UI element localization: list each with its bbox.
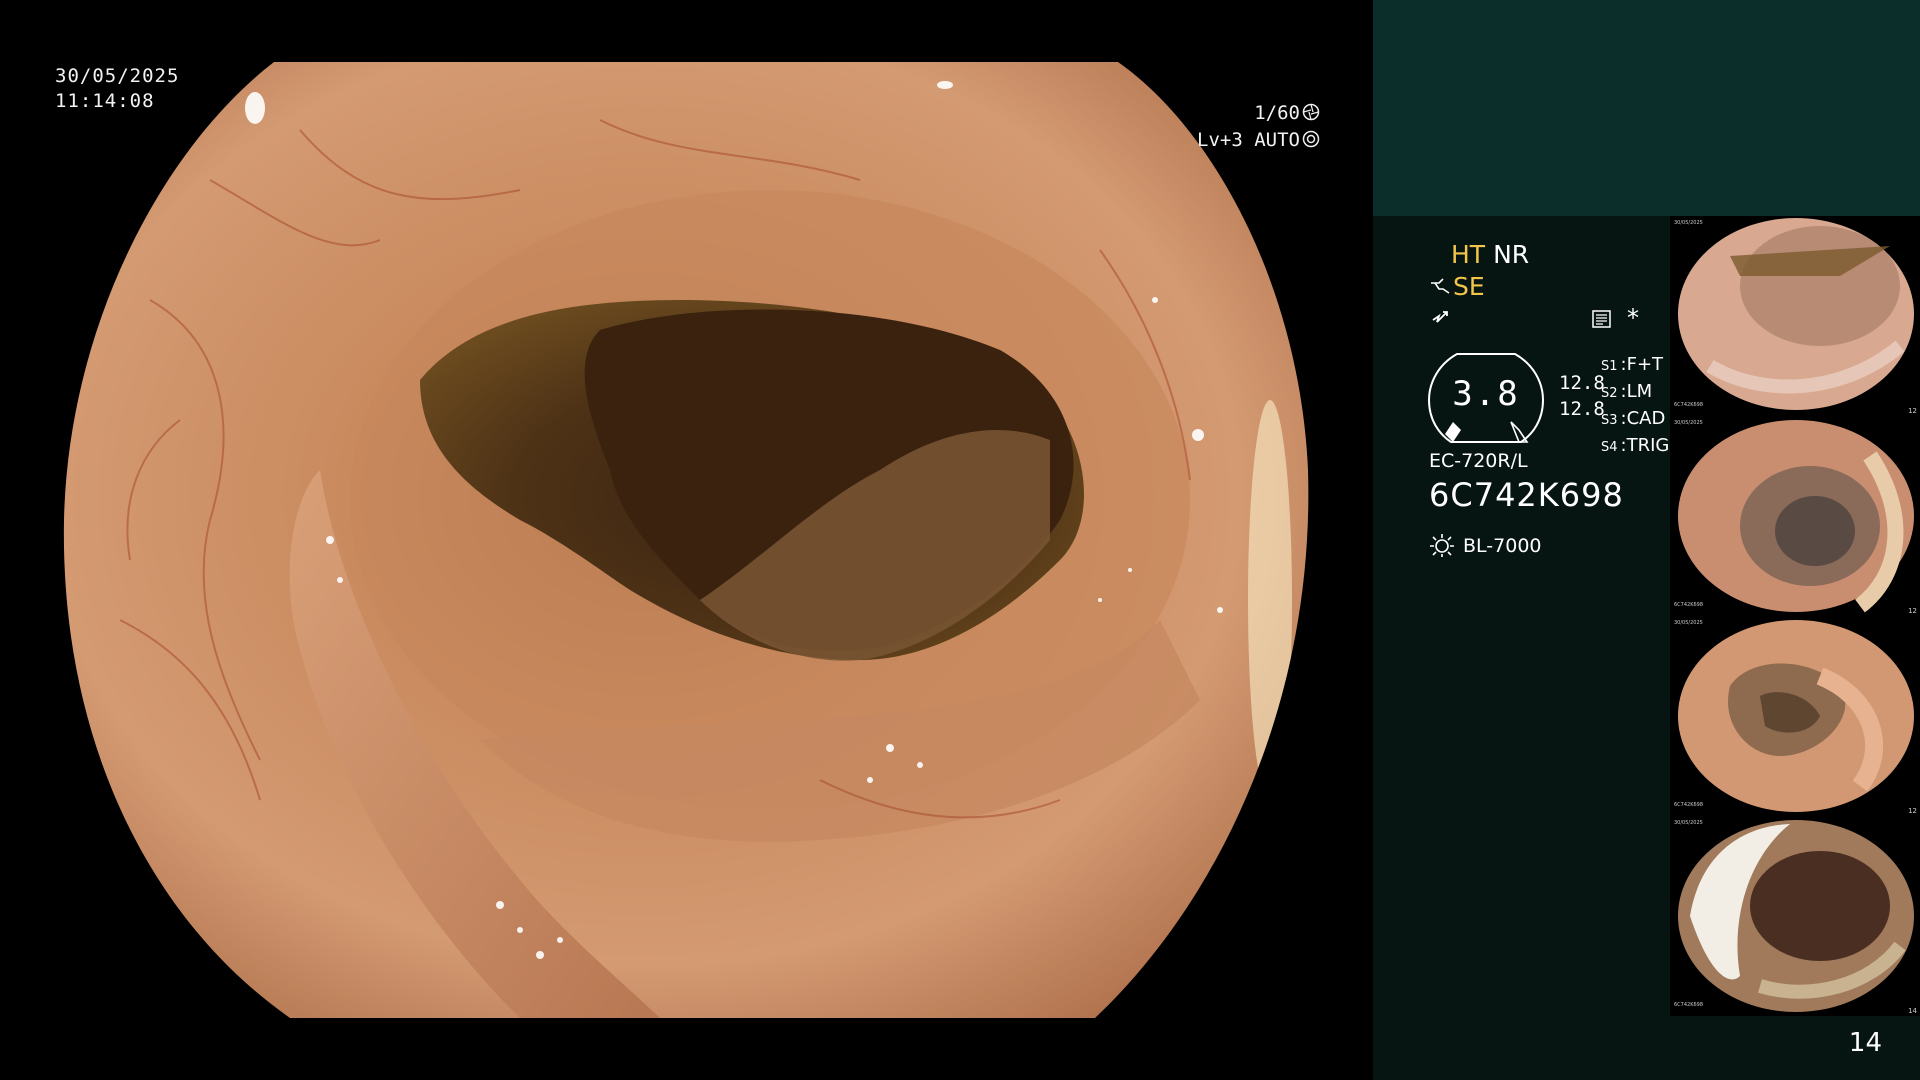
capture-date: 30/05/2025 [55,65,180,87]
processor-side-panel: HT NR SE * 3.8 12.8 12.8 S1:F+T S2:LM S3:… [1373,0,1920,1080]
se-label: SE [1453,272,1485,301]
endoscope-view: 30/05/2025 11:14:08 1/60 Lv+3 AUTO [0,0,1372,1080]
thumbnail-image [1678,218,1914,410]
ht-nr-indicator: HT NR [1451,240,1529,269]
thumbnail-1[interactable]: 30/05/2025 6C742K698 12 [1670,216,1920,416]
switch-assignments: S1:F+T S2:LM S3:CAD S4:TRIG [1601,352,1669,460]
ht-label: HT [1451,240,1486,269]
thumbnail-number: 14 [1908,1007,1917,1015]
star-indicator: * [1627,304,1639,332]
thumbnail-date: 30/05/2025 [1674,220,1703,226]
switch-value: CAD [1626,408,1666,429]
gauge-value: 3.8 [1452,374,1520,414]
exposure-overlay: 1/60 Lv+3 AUTO [1197,100,1320,154]
gauge-side-top: 12.8 [1559,372,1605,394]
thumbnail-image [1678,820,1914,1012]
switch-s1: S1:F+T [1601,354,1664,375]
thumbnail-number: 12 [1908,807,1917,815]
switch-label: S4 [1601,440,1618,455]
scope-serial: 6C742K698 [1429,476,1624,514]
thumbnail-image [1678,420,1914,613]
frame-number: 14 [1848,1028,1882,1058]
switch-s3: S3:CAD [1601,408,1666,429]
thumbnail-2[interactable]: 30/05/2025 6C742K698 12 [1670,416,1920,616]
switch-s4: S4:TRIG [1601,435,1670,456]
captured-image-strip: 30/05/2025 6C742K698 12 30/05/2025 6C742… [1670,216,1920,1016]
thumbnail-image [1678,620,1914,812]
settings-status: HT NR SE * 3.8 12.8 12.8 S1:F+T S2:LM S3:… [1401,240,1701,580]
switch-s2: S2:LM [1601,381,1653,402]
gauge-side-bottom: 12.8 [1559,398,1605,420]
thumbnail-date: 30/05/2025 [1674,820,1703,826]
switch-label: S3 [1601,413,1618,428]
gauge-side-values: 12.8 12.8 [1559,370,1605,422]
brightness-level: Lv+3 [1197,129,1243,151]
switch-label: S2 [1601,386,1618,401]
capture-time: 11:14:08 [55,90,155,112]
nr-label: NR [1493,240,1530,269]
thumbnail-number: 12 [1908,407,1917,415]
thumbnail-date: 30/05/2025 [1674,620,1703,626]
date-time-overlay: 30/05/2025 11:14:08 [55,64,179,114]
thumbnail-3[interactable]: 30/05/2025 6C742K698 12 [1670,616,1920,816]
thumbnail-serial: 6C742K698 [1674,402,1704,408]
iris-mode: AUTO [1254,129,1300,151]
se-indicator: SE [1429,272,1485,301]
light-source-label: BL-7000 [1463,535,1542,557]
switch-value: TRIG [1626,435,1670,456]
colon-lumen-image [63,62,1309,1018]
light-source-icon [1430,534,1454,557]
light-source: BL-7000 [1429,532,1542,558]
panel-header-area [1373,0,1920,216]
iris-icon [1302,130,1320,148]
thumbnail-date: 30/05/2025 [1674,420,1703,426]
switch-value: LM [1626,381,1653,402]
scope-model: EC-720R/L [1429,450,1528,472]
thumbnail-serial: 6C742K698 [1674,1002,1704,1008]
thumbnail-4[interactable]: 30/05/2025 6C742K698 14 [1670,816,1920,1016]
switch-value: F+T [1626,354,1664,375]
shutter-icon [1302,103,1320,121]
switch-label: S1 [1601,359,1618,374]
structure-enhance-icon [1431,278,1450,294]
record-book-icon [1592,310,1611,328]
bolt-icon [1432,311,1448,323]
shutter-speed: 1/60 [1254,102,1300,124]
thumbnail-number: 12 [1908,607,1917,615]
thumbnail-serial: 6C742K698 [1674,802,1704,808]
thumbnail-serial: 6C742K698 [1674,602,1704,608]
